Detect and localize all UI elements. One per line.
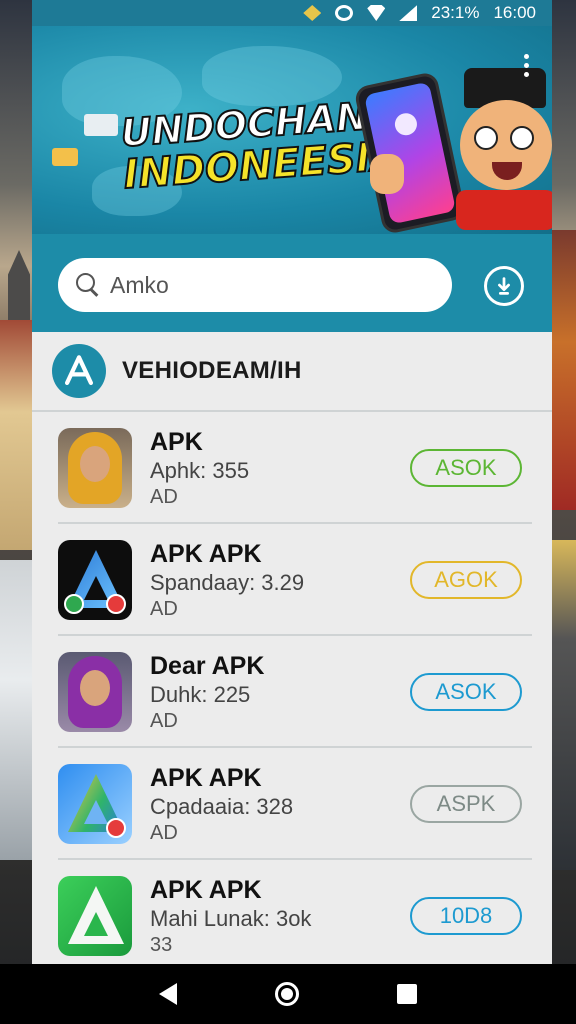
- search-box[interactable]: [58, 258, 452, 312]
- recent-apps-icon[interactable]: [397, 984, 417, 1004]
- search-input[interactable]: [110, 271, 410, 299]
- section-header: VEHIODEAM/IH: [32, 332, 552, 412]
- list-item[interactable]: APK APK Cpadaaia: 328 AD ASPK: [32, 748, 552, 860]
- app-meta: Mahi Lunak: 3ok: [150, 906, 312, 931]
- app-ad-label: AD: [150, 822, 178, 844]
- app-screen: UNDOCHAN INDONEESIAI Amko VEHIODEAM/IH A…: [32, 26, 552, 964]
- clock: 16:00: [493, 3, 536, 22]
- install-button[interactable]: ASPK: [410, 785, 522, 823]
- id-card-icon: [84, 114, 118, 136]
- header-banner: UNDOCHAN INDONEESIAI: [32, 26, 552, 234]
- search-bar-area: [32, 234, 552, 332]
- download-icon: [498, 277, 510, 295]
- background-building-right: [550, 230, 576, 510]
- list-item[interactable]: Dear APK Duhk: 225 AD ASOK: [32, 636, 552, 748]
- app-ad-label: AD: [150, 486, 178, 508]
- flag-card-icon: [52, 148, 78, 166]
- app-meta: Aphk: 355: [150, 458, 250, 483]
- install-button[interactable]: ASOK: [410, 673, 522, 711]
- install-button[interactable]: AGOK: [410, 561, 522, 599]
- app-meta: Spandaay: 3.29: [150, 570, 305, 595]
- blue-triangle-app-icon: [58, 540, 132, 620]
- system-navigation-bar: [0, 964, 576, 1024]
- hand-illustration: [370, 154, 404, 194]
- home-icon[interactable]: [275, 982, 299, 1006]
- woman-purple-hijab-avatar-icon: [58, 652, 132, 732]
- signal-icon: [399, 5, 418, 21]
- download-button[interactable]: [484, 266, 524, 306]
- list-item[interactable]: APK APK Spandaay: 3.29 AD AGOK: [32, 524, 552, 636]
- app-ad-label: AD: [150, 598, 178, 620]
- background-car-left: [0, 560, 34, 860]
- app-ad-label: 33: [150, 934, 173, 956]
- overflow-menu-icon[interactable]: [524, 54, 530, 81]
- app-name: Dear APK: [150, 652, 265, 680]
- app-name: APK APK: [150, 876, 262, 904]
- app-meta: Cpadaaia: 328: [150, 794, 294, 819]
- notification-icon: [303, 5, 322, 21]
- app-name: APK APK: [150, 764, 262, 792]
- app-ad-label: AD: [150, 710, 178, 732]
- section-title: VEHIODEAM/IH: [122, 357, 302, 384]
- battery-text: 23:1%: [431, 3, 480, 22]
- woman-yellow-hijab-avatar-icon: [58, 428, 132, 508]
- green-triangle-app-icon: [58, 876, 132, 956]
- app-name: APK APK: [150, 540, 262, 568]
- wifi-icon: [367, 5, 386, 21]
- app-list: APK Aphk: 355 AD ASOK APK APK Spandaay: …: [32, 412, 552, 964]
- install-button[interactable]: 10D8: [410, 897, 522, 935]
- back-icon[interactable]: [159, 983, 177, 1005]
- mascot-illustration: [452, 62, 552, 234]
- settings-status-icon: [335, 5, 354, 21]
- gradient-triangle-app-icon: [58, 764, 132, 844]
- app-meta: Duhk: 225: [150, 682, 251, 707]
- status-bar: 23:1% 16:00: [32, 0, 552, 26]
- smartphone-illustration: [353, 70, 467, 234]
- background-building-left: [0, 320, 34, 550]
- app-store-logo-icon: [52, 344, 106, 398]
- list-item[interactable]: APK APK Mahi Lunak: 3ok 33 10D8: [32, 860, 552, 964]
- background-car-right: [550, 540, 576, 870]
- search-icon: [76, 273, 100, 297]
- list-item[interactable]: APK Aphk: 355 AD ASOK: [32, 412, 552, 524]
- install-button[interactable]: ASOK: [410, 449, 522, 487]
- app-name: APK: [150, 428, 203, 456]
